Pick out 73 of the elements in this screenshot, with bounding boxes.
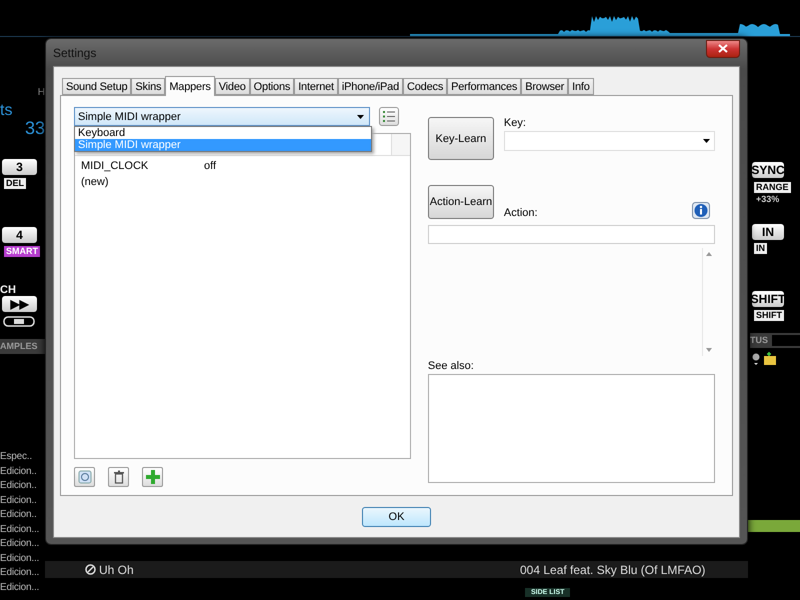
pad-label: SMART — [4, 246, 40, 257]
counter-text: ts — [0, 103, 12, 119]
folder-item[interactable]: Edicion... — [0, 522, 40, 537]
pitch-readout: +33% — [755, 194, 780, 205]
pad-label: DEL — [4, 178, 26, 189]
sync-button[interactable]: SYNC — [752, 162, 784, 178]
action-field[interactable] — [428, 225, 715, 244]
mapping-key[interactable]: (new) — [81, 176, 204, 188]
folder-item[interactable]: Edicion... — [0, 552, 40, 566]
action-label: Action: — [504, 207, 538, 219]
column-header: H — [38, 87, 45, 98]
tab[interactable]: Sound Setup — [62, 78, 132, 95]
mapping-key[interactable]: MIDI_CLOCK — [81, 160, 204, 172]
track-artist: 004 Leaf feat. Sky Blu (Of LMFAO) — [520, 562, 706, 576]
tab[interactable]: Internet — [294, 78, 338, 95]
shift-button[interactable]: SHIFT — [752, 291, 784, 307]
hotcue-button[interactable]: 3 — [2, 159, 37, 175]
see-also-label: See also: — [428, 360, 475, 372]
tab[interactable]: Options — [250, 78, 294, 95]
folder-add-icon[interactable] — [750, 352, 778, 366]
close-button[interactable] — [706, 40, 740, 58]
folder-item[interactable]: Espec.. — [0, 450, 40, 464]
folder-item[interactable]: Edicion.. — [0, 464, 40, 479]
status-label: TUS — [750, 334, 768, 347]
window-title: Settings — [53, 46, 96, 60]
shift-label: SHIFT — [754, 310, 784, 321]
key-learn-button[interactable]: Key-Learn — [428, 117, 494, 160]
add-button[interactable] — [142, 467, 163, 487]
tab[interactable]: Mappers — [165, 76, 215, 96]
delete-button[interactable] — [108, 467, 129, 487]
ok-button[interactable]: OK — [362, 507, 431, 527]
list-icon — [383, 111, 395, 122]
dropdown-option[interactable]: Keyboard — [75, 127, 371, 139]
status-field — [772, 335, 800, 346]
folder-item[interactable]: Edicion.. — [0, 494, 40, 508]
caret-icon — [357, 114, 364, 118]
folder-item[interactable]: Edicion... — [0, 580, 40, 595]
close-icon — [718, 44, 728, 53]
info-icon[interactable] — [692, 202, 710, 219]
tab[interactable]: Browser — [521, 78, 568, 95]
tab[interactable]: Skins — [131, 78, 166, 95]
folder-item[interactable]: Edicion... — [0, 566, 40, 580]
key-label: Key: — [504, 117, 527, 129]
section-label: CH — [0, 284, 16, 296]
scroll-down-icon — [706, 348, 712, 352]
hotcue-button[interactable]: 4 — [2, 227, 37, 243]
folder-item[interactable]: Edicion.. — [0, 479, 40, 494]
scrollbar[interactable] — [702, 248, 715, 356]
samples-header: AMPLES — [0, 339, 45, 354]
search-button[interactable] — [74, 467, 95, 487]
track-row[interactable]: Uh Oh 004 Leaf feat. Sky Blu (Of LMFAO) — [45, 561, 748, 578]
caret-icon — [703, 139, 710, 143]
tab[interactable]: Performances — [447, 78, 522, 95]
mapping-action: off — [204, 160, 216, 172]
folder-item[interactable]: Edicion.. — [0, 508, 40, 522]
in-label: IN — [754, 243, 767, 254]
tab[interactable]: iPhone/iPad — [338, 78, 404, 95]
action-learn-button[interactable]: Action-Learn — [428, 185, 494, 219]
range-label: RANGE — [754, 182, 791, 193]
scroll-up-icon — [706, 252, 712, 256]
plus-icon — [146, 470, 160, 484]
tab[interactable]: Video — [214, 78, 250, 95]
mapper-dropdown[interactable]: Simple MIDI wrapper — [74, 107, 370, 126]
in-button[interactable]: IN — [752, 224, 784, 240]
bpm-readout: 33 — [24, 119, 45, 137]
loop-icon — [3, 316, 35, 327]
tab[interactable]: Codecs — [403, 78, 448, 95]
tab[interactable]: Info — [568, 78, 594, 95]
list-view-button[interactable] — [379, 107, 399, 126]
track-title: Uh Oh — [99, 562, 134, 576]
folder-item[interactable]: Edicion... — [0, 537, 40, 552]
play-button[interactable]: ▶▶ — [2, 296, 37, 312]
trash-icon — [112, 470, 124, 484]
